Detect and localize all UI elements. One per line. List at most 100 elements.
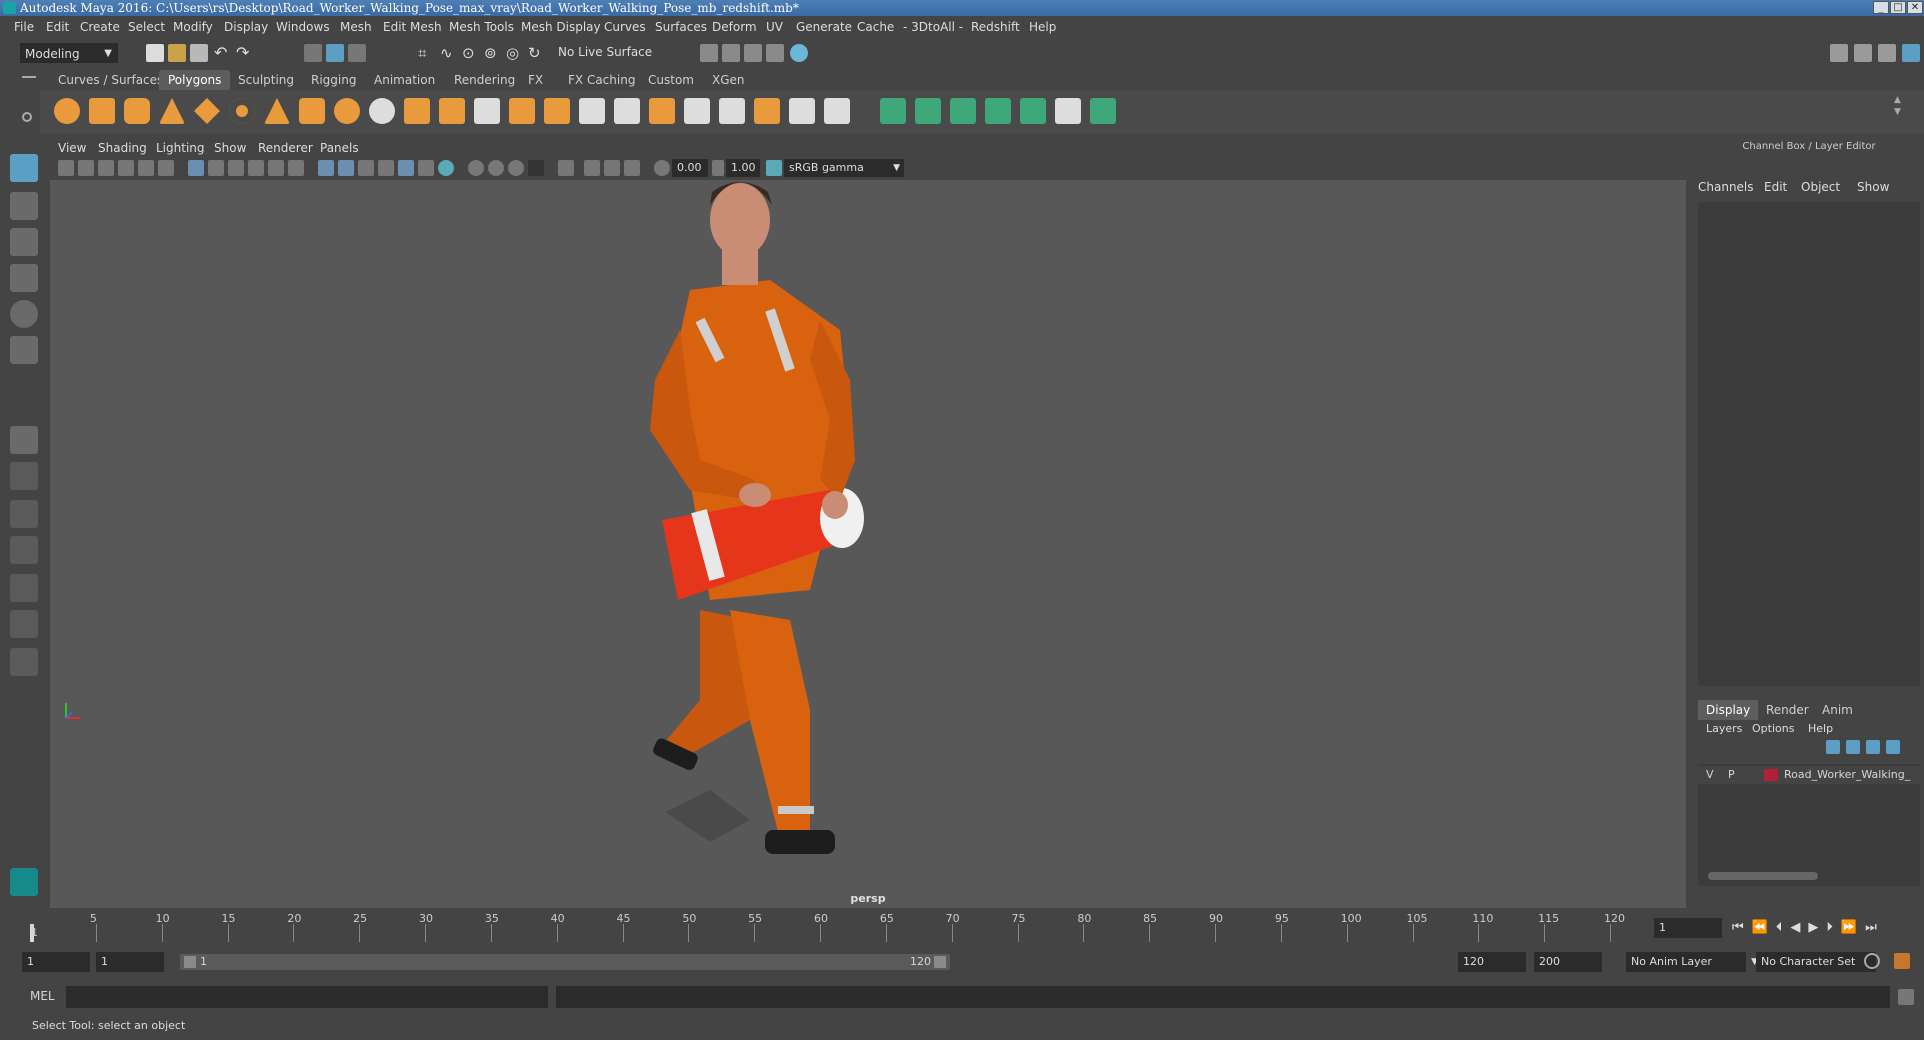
playback-start-field[interactable]: 1 xyxy=(96,952,164,972)
character-set-dropdown[interactable]: No Character Set xyxy=(1756,952,1876,972)
layer-name[interactable]: Road_Worker_Walking_ xyxy=(1784,768,1920,781)
render-settings-icon[interactable] xyxy=(744,44,762,62)
layer-visibility-toggle[interactable]: V xyxy=(1706,768,1714,781)
menu-uv[interactable]: UV xyxy=(766,20,783,34)
script-editor-icon[interactable] xyxy=(1898,989,1914,1005)
cut-uv-icon[interactable] xyxy=(1020,98,1046,124)
gamma-field[interactable]: 1.00 xyxy=(726,159,760,177)
uv-editor-icon[interactable] xyxy=(1055,98,1081,124)
resolution-gate-icon[interactable] xyxy=(228,160,244,176)
film-gate-icon[interactable] xyxy=(208,160,224,176)
layer-color-swatch[interactable] xyxy=(1764,769,1778,781)
new-layer-selected-icon[interactable] xyxy=(1886,740,1900,754)
xray-joints-icon[interactable] xyxy=(604,160,620,176)
range-start-handle[interactable] xyxy=(184,956,196,968)
combine-icon[interactable] xyxy=(334,98,360,124)
xray-icon[interactable] xyxy=(584,160,600,176)
new-empty-layer-icon[interactable] xyxy=(1866,740,1880,754)
layer-menu-help[interactable]: Help xyxy=(1808,722,1833,735)
depth-of-field-icon[interactable] xyxy=(528,160,544,176)
new-scene-icon[interactable] xyxy=(146,44,164,62)
menu-windows[interactable]: Windows xyxy=(276,20,330,34)
channel-box-pane[interactable] xyxy=(1698,202,1920,686)
playback-end-field[interactable]: 120 xyxy=(1458,952,1526,972)
close-button[interactable]: ✕ xyxy=(1907,1,1923,14)
four-view-layout-icon[interactable] xyxy=(10,462,38,490)
play-back-icon[interactable]: ◀ xyxy=(1790,920,1808,935)
rotate-tool-icon[interactable] xyxy=(10,300,38,328)
bookmark-icon[interactable] xyxy=(98,160,114,176)
snap-pivot-icon[interactable]: ↻ xyxy=(528,44,546,62)
command-language-label[interactable]: MEL xyxy=(30,989,55,1003)
command-input[interactable] xyxy=(66,986,548,1008)
minimize-button[interactable]: _ xyxy=(1873,1,1889,14)
shelf-menu-icon[interactable] xyxy=(22,76,36,78)
poly-sphere-icon[interactable] xyxy=(54,98,80,124)
menu-edit[interactable]: Edit xyxy=(46,20,69,34)
camera-select-icon[interactable] xyxy=(58,160,74,176)
smooth-icon[interactable] xyxy=(439,98,465,124)
offset-edge-loop-icon[interactable] xyxy=(754,98,780,124)
tab-polygons[interactable]: Polygons xyxy=(159,70,231,90)
live-surface-label[interactable]: No Live Surface xyxy=(558,45,652,59)
hypershade-icon[interactable] xyxy=(766,44,784,62)
menu-modify[interactable]: Modify xyxy=(173,20,213,34)
safe-action-icon[interactable] xyxy=(288,160,304,176)
maximize-button[interactable]: □ xyxy=(1890,1,1906,14)
range-end-handle[interactable] xyxy=(934,956,946,968)
image-plane-icon[interactable] xyxy=(118,160,134,176)
layer-playback-toggle[interactable]: P xyxy=(1728,768,1735,781)
tab-display[interactable]: Display xyxy=(1698,700,1759,720)
play-forward-icon[interactable]: ▶ xyxy=(1808,920,1826,935)
maya-home-icon[interactable] xyxy=(10,868,38,896)
cb-menu-show[interactable]: Show xyxy=(1857,180,1889,194)
color-space-dropdown[interactable]: sRGB gamma ▼ xyxy=(784,159,904,177)
textured-icon[interactable] xyxy=(398,160,414,176)
undo-icon[interactable]: ↶ xyxy=(214,44,232,62)
automatic-uv-icon[interactable] xyxy=(985,98,1011,124)
render-view-icon[interactable] xyxy=(790,44,808,62)
snap-surface-icon[interactable]: ◎ xyxy=(506,44,524,62)
step-back-icon[interactable]: ⏪ xyxy=(1752,920,1776,935)
vp-menu-shading[interactable]: Shading xyxy=(98,141,147,155)
tab-sculpting[interactable]: Sculpting xyxy=(229,70,303,90)
vp-menu-renderer[interactable]: Renderer xyxy=(258,141,313,155)
menu-file[interactable]: File xyxy=(14,20,34,34)
field-chart-icon[interactable] xyxy=(268,160,284,176)
channel-box-icon[interactable] xyxy=(1902,44,1920,62)
paint-select-tool-icon[interactable] xyxy=(10,228,38,256)
go-to-end-icon[interactable]: ⏭ xyxy=(1865,920,1885,935)
tab-fx[interactable]: FX xyxy=(519,70,552,90)
two-d-pan-zoom-icon[interactable] xyxy=(138,160,154,176)
insert-edge-loop-icon[interactable] xyxy=(719,98,745,124)
side-by-side-layout-icon[interactable] xyxy=(10,500,38,528)
default-material-icon[interactable] xyxy=(378,160,394,176)
cylindrical-uv-icon[interactable] xyxy=(915,98,941,124)
shelf-scroll-icon[interactable]: ▲ ▼ xyxy=(1894,94,1901,118)
anim-layer-dropdown[interactable]: No Anim Layer ▼ xyxy=(1626,952,1758,972)
tab-rendering[interactable]: Rendering xyxy=(445,70,524,90)
move-layer-up-icon[interactable] xyxy=(1826,740,1840,754)
multisample-aa-icon[interactable] xyxy=(508,160,524,176)
poly-torus-icon[interactable] xyxy=(229,98,255,124)
modeling-toolkit-icon[interactable] xyxy=(1830,44,1848,62)
smooth-shade-icon[interactable] xyxy=(338,160,354,176)
tab-xgen[interactable]: XGen xyxy=(703,70,754,90)
tab-custom[interactable]: Custom xyxy=(639,70,703,90)
target-weld-icon[interactable] xyxy=(789,98,815,124)
move-tool-icon[interactable] xyxy=(10,264,38,292)
menu-redshift[interactable]: Redshift xyxy=(971,20,1020,34)
tab-rigging[interactable]: Rigging xyxy=(302,70,365,90)
current-frame-field[interactable]: 1 xyxy=(1654,918,1722,938)
fill-hole-icon[interactable] xyxy=(649,98,675,124)
poly-cylinder-icon[interactable] xyxy=(124,98,150,124)
use-all-lights-icon[interactable] xyxy=(418,160,434,176)
more-layouts-icon[interactable] xyxy=(10,648,38,676)
wireframe-on-shaded-icon[interactable] xyxy=(358,160,374,176)
cb-menu-edit[interactable]: Edit xyxy=(1764,180,1787,194)
menu-deform[interactable]: Deform xyxy=(712,20,757,34)
extract-icon[interactable] xyxy=(404,98,430,124)
separate-icon[interactable] xyxy=(369,98,395,124)
motion-blur-icon[interactable] xyxy=(488,160,504,176)
layer-scrollbar[interactable] xyxy=(1708,872,1818,880)
